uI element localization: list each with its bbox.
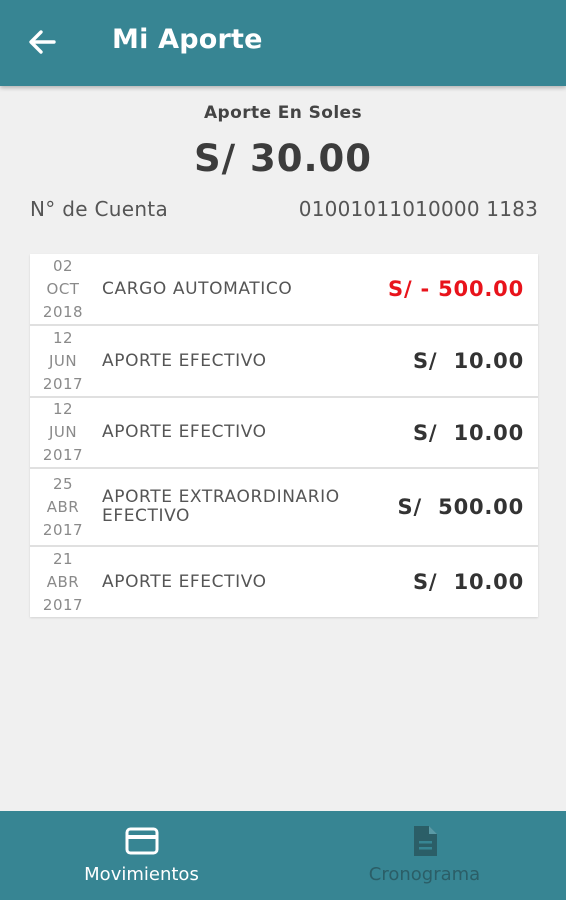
movement-amount: S/ - 500.00: [388, 277, 524, 301]
movement-amount: S/ 10.00: [412, 570, 524, 594]
back-button[interactable]: [20, 22, 64, 62]
movement-year: 2017: [42, 520, 84, 539]
movement-description: APORTE EFECTIVO: [102, 571, 267, 592]
movement-month: OCT: [46, 279, 80, 298]
movement-description: APORTE EFECTIVO: [102, 350, 267, 371]
balance-amount: S/ 30.00: [193, 137, 373, 180]
balance-label: Aporte En Soles: [204, 103, 362, 123]
account-number: 01001011010000 1183: [298, 197, 538, 221]
movement-month: JUN: [48, 423, 78, 441]
movement-date: 25 ABR 2017: [30, 469, 96, 545]
movement-month: ABR: [46, 572, 80, 591]
movement-year: 2017: [42, 374, 84, 393]
nav-label-cronograma: Cronograma: [368, 864, 481, 885]
nav-label-movimientos: Movimientos: [84, 864, 199, 885]
movement-year: 2017: [42, 446, 84, 464]
nav-tab-cronograma[interactable]: Cronograma: [283, 811, 566, 900]
app-bar: Mi Aporte: [0, 0, 566, 86]
movement-row[interactable]: 25 ABR 2017 APORTE EXTRAORDINARIO EFECTI…: [30, 469, 538, 547]
movement-day: 12: [52, 400, 74, 418]
account-label: N° de Cuenta: [30, 197, 168, 221]
movement-row[interactable]: 21 ABR 2017 APORTE EFECTIVO S/ 10.00: [30, 547, 538, 617]
movement-day: 25: [52, 474, 74, 493]
arrow-left-icon: [29, 30, 56, 54]
credit-card-icon: [124, 825, 160, 857]
bottom-navigation: Movimientos Cronograma: [0, 811, 566, 900]
movement-date: 21 ABR 2017: [30, 547, 96, 617]
movement-date: 12 JUN 2017: [30, 326, 96, 396]
movement-day: 02: [52, 256, 74, 275]
movement-row[interactable]: 12 JUN 2017 APORTE EFECTIVO S/ 10.00: [30, 326, 538, 398]
movement-description: APORTE EXTRAORDINARIO EFECTIVO: [102, 487, 340, 526]
movement-description: APORTE EFECTIVO: [102, 422, 267, 442]
movement-row[interactable]: 02 OCT 2018 CARGO AUTOMATICO S/ - 500.00: [30, 254, 538, 326]
movement-row[interactable]: 12 JUN 2017 APORTE EFECTIVO S/ 10.00: [30, 398, 538, 469]
movement-amount: S/ 10.00: [412, 420, 524, 445]
movement-year: 2017: [42, 595, 84, 614]
page-title: Mi Aporte: [112, 24, 263, 55]
movement-date: 12 JUN 2017: [30, 398, 96, 467]
movement-month: JUN: [48, 351, 78, 370]
nav-tab-movimientos[interactable]: Movimientos: [0, 811, 283, 900]
movement-date: 02 OCT 2018: [30, 254, 96, 324]
document-icon: [407, 825, 443, 857]
movement-amount: S/ 500.00: [397, 495, 524, 519]
movement-year: 2018: [42, 302, 84, 321]
movement-month: ABR: [46, 497, 80, 516]
movement-day: 12: [52, 328, 74, 347]
movement-amount: S/ 10.00: [412, 349, 524, 373]
movement-day: 21: [52, 549, 74, 568]
movement-description: CARGO AUTOMATICO: [102, 278, 293, 299]
movements-list: 02 OCT 2018 CARGO AUTOMATICO S/ - 500.00…: [30, 254, 538, 617]
